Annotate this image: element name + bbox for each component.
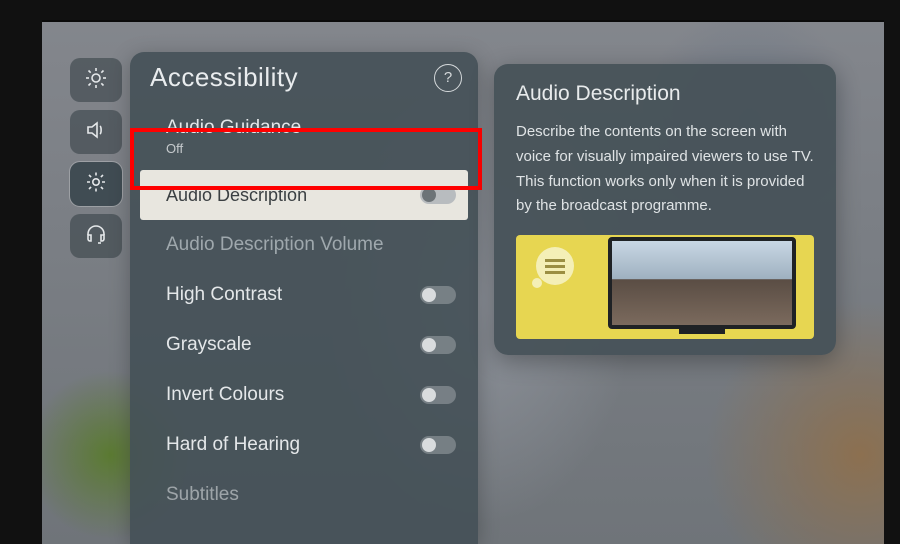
help-icon: ?	[444, 69, 452, 86]
speech-bubble-icon	[536, 247, 574, 285]
item-label: Grayscale	[166, 334, 252, 356]
item-audio-guidance[interactable]: Audio Guidance Off	[130, 99, 478, 170]
item-invert-colours[interactable]: Invert Colours	[130, 370, 478, 420]
toggle-audio-description[interactable]	[420, 186, 456, 204]
speaker-icon	[84, 118, 108, 147]
item-label: Hard of Hearing	[166, 434, 300, 456]
item-label: Audio Guidance	[166, 117, 301, 139]
card-illustration	[516, 235, 814, 339]
item-label: Audio Description Volume	[166, 234, 384, 256]
rail-sound[interactable]	[70, 110, 122, 154]
card-title: Audio Description	[516, 82, 814, 106]
item-high-contrast[interactable]: High Contrast	[130, 270, 478, 320]
item-label: Subtitles	[166, 484, 239, 506]
accessibility-panel: Accessibility ? Audio Guidance Off Audio…	[130, 52, 478, 544]
panel-title: Accessibility	[150, 62, 298, 93]
tv-illustration	[608, 237, 796, 329]
help-button[interactable]: ?	[434, 64, 462, 92]
gear-icon	[84, 170, 108, 199]
item-audio-description[interactable]: Audio Description	[140, 170, 468, 220]
settings-rail	[70, 58, 122, 258]
brightness-icon	[84, 66, 108, 95]
toggle-grayscale[interactable]	[420, 336, 456, 354]
detail-card: Audio Description Describe the contents …	[494, 64, 836, 355]
item-subtitles[interactable]: Subtitles	[130, 470, 478, 520]
tv-screen: Accessibility ? Audio Guidance Off Audio…	[0, 0, 900, 544]
toggle-invert-colours[interactable]	[420, 386, 456, 404]
toggle-high-contrast[interactable]	[420, 286, 456, 304]
tv-bezel	[0, 20, 42, 544]
rail-settings[interactable]	[70, 162, 122, 206]
item-audio-description-volume: Audio Description Volume	[130, 220, 478, 270]
item-grayscale[interactable]: Grayscale	[130, 320, 478, 370]
item-label: Invert Colours	[166, 384, 284, 406]
item-label: High Contrast	[166, 284, 282, 306]
headset-icon	[84, 222, 108, 251]
rail-support[interactable]	[70, 214, 122, 258]
toggle-hard-of-hearing[interactable]	[420, 436, 456, 454]
panel-header: Accessibility ?	[130, 62, 478, 99]
tv-bezel	[0, 0, 900, 22]
item-value: Off	[166, 141, 301, 156]
rail-picture[interactable]	[70, 58, 122, 102]
item-hard-of-hearing[interactable]: Hard of Hearing	[130, 420, 478, 470]
item-label: Audio Description	[166, 185, 307, 206]
tv-bezel	[884, 20, 900, 544]
card-body: Describe the contents on the screen with…	[516, 120, 814, 219]
